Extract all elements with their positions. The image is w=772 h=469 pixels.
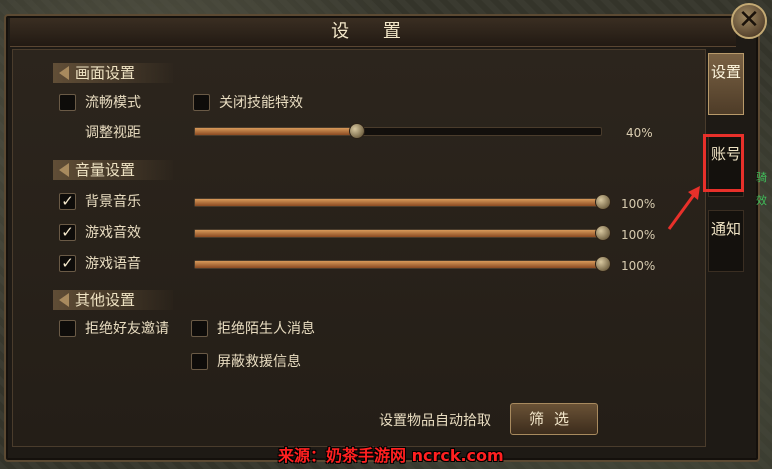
- section-header-volume: 音量设置: [53, 160, 173, 180]
- sfx-knob[interactable]: [595, 225, 611, 241]
- view-distance-fill: [195, 128, 358, 135]
- section-header-other: 其他设置: [53, 290, 173, 310]
- voice-knob[interactable]: [595, 256, 611, 272]
- smooth-mode-label: 流畅模式: [85, 95, 141, 111]
- view-distance-knob[interactable]: [349, 123, 366, 139]
- voice-label: 游戏语音: [85, 256, 141, 272]
- bgm-knob[interactable]: [595, 194, 611, 210]
- view-distance-slider[interactable]: [194, 123, 602, 139]
- reject-stranger-msg-checkbox[interactable]: [191, 320, 208, 337]
- block-rescue-info-label: 屏蔽救援信息: [217, 354, 301, 370]
- sfx-fill: [195, 230, 603, 237]
- disable-skill-effects-checkbox[interactable]: [193, 94, 210, 111]
- disable-skill-effects-label: 关闭技能特效: [219, 95, 303, 111]
- sfx-checkbox[interactable]: ✓: [59, 224, 76, 241]
- block-rescue-info-checkbox[interactable]: [191, 353, 208, 370]
- bgm-slider[interactable]: [194, 194, 611, 210]
- voice-value: 100%: [621, 259, 656, 273]
- auto-pickup-label: 设置物品自动拾取: [379, 413, 491, 429]
- reject-stranger-msg-label: 拒绝陌生人消息: [217, 321, 315, 337]
- voice-checkbox[interactable]: ✓: [59, 255, 76, 272]
- side-glimpse-text-1: 骑: [756, 171, 767, 184]
- tab-settings[interactable]: 设置: [708, 53, 744, 115]
- panel-title: 设 置: [10, 18, 736, 47]
- view-distance-value: 40%: [626, 126, 653, 140]
- reject-friend-invite-label: 拒绝好友邀请: [85, 321, 169, 337]
- voice-slider[interactable]: [194, 256, 611, 272]
- tab-highlight-box: [703, 134, 744, 192]
- filter-button[interactable]: 筛选: [510, 403, 598, 435]
- settings-content: 画面设置 流畅模式 关闭技能特效 调整视距 40% 音量设置 ✓ 背景音乐 10…: [12, 49, 706, 447]
- side-glimpse-text-2: 效: [756, 194, 767, 207]
- sfx-slider[interactable]: [194, 225, 611, 241]
- sfx-value: 100%: [621, 228, 656, 242]
- smooth-mode-checkbox[interactable]: [59, 94, 76, 111]
- annotation-arrow-icon: [667, 186, 700, 230]
- bgm-value: 100%: [621, 197, 656, 211]
- watermark: 来源：奶茶手游网 ncrck.com: [278, 446, 504, 465]
- bgm-checkbox[interactable]: ✓: [59, 193, 76, 210]
- sfx-label: 游戏音效: [85, 225, 141, 241]
- section-header-display: 画面设置: [53, 63, 173, 83]
- reject-friend-invite-checkbox[interactable]: [59, 320, 76, 337]
- voice-fill: [195, 261, 603, 268]
- bgm-fill: [195, 199, 603, 206]
- view-distance-label: 调整视距: [85, 125, 141, 141]
- close-icon[interactable]: ✕: [731, 3, 767, 39]
- tab-notifications[interactable]: 通知: [708, 210, 744, 272]
- bgm-label: 背景音乐: [85, 194, 141, 210]
